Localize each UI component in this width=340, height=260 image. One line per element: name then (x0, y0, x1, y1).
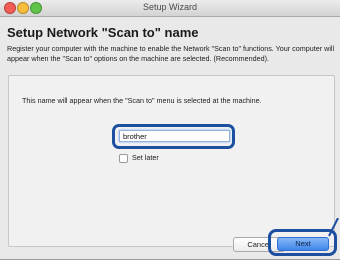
set-later-label: Set later (132, 153, 159, 162)
set-later-option[interactable]: Set later (119, 153, 159, 163)
page-title: Setup Network "Scan to" name (7, 25, 199, 40)
pointer-arrow-icon (328, 218, 339, 237)
setup-wizard-window: Setup Wizard Setup Network "Scan to" nam… (0, 0, 340, 260)
scan-to-name-input[interactable] (119, 130, 230, 142)
set-later-checkbox[interactable] (119, 153, 128, 163)
info-text: This name will appear when the "Scan to"… (22, 96, 262, 105)
name-field-highlight (112, 124, 235, 149)
title-bar: Setup Wizard (0, 0, 340, 17)
next-button[interactable]: Next (277, 237, 329, 251)
window-title: Setup Wizard (142, 2, 198, 12)
description-text: Register your computer with the machine … (7, 44, 335, 63)
settings-panel: This name will appear when the "Scan to"… (8, 75, 335, 247)
